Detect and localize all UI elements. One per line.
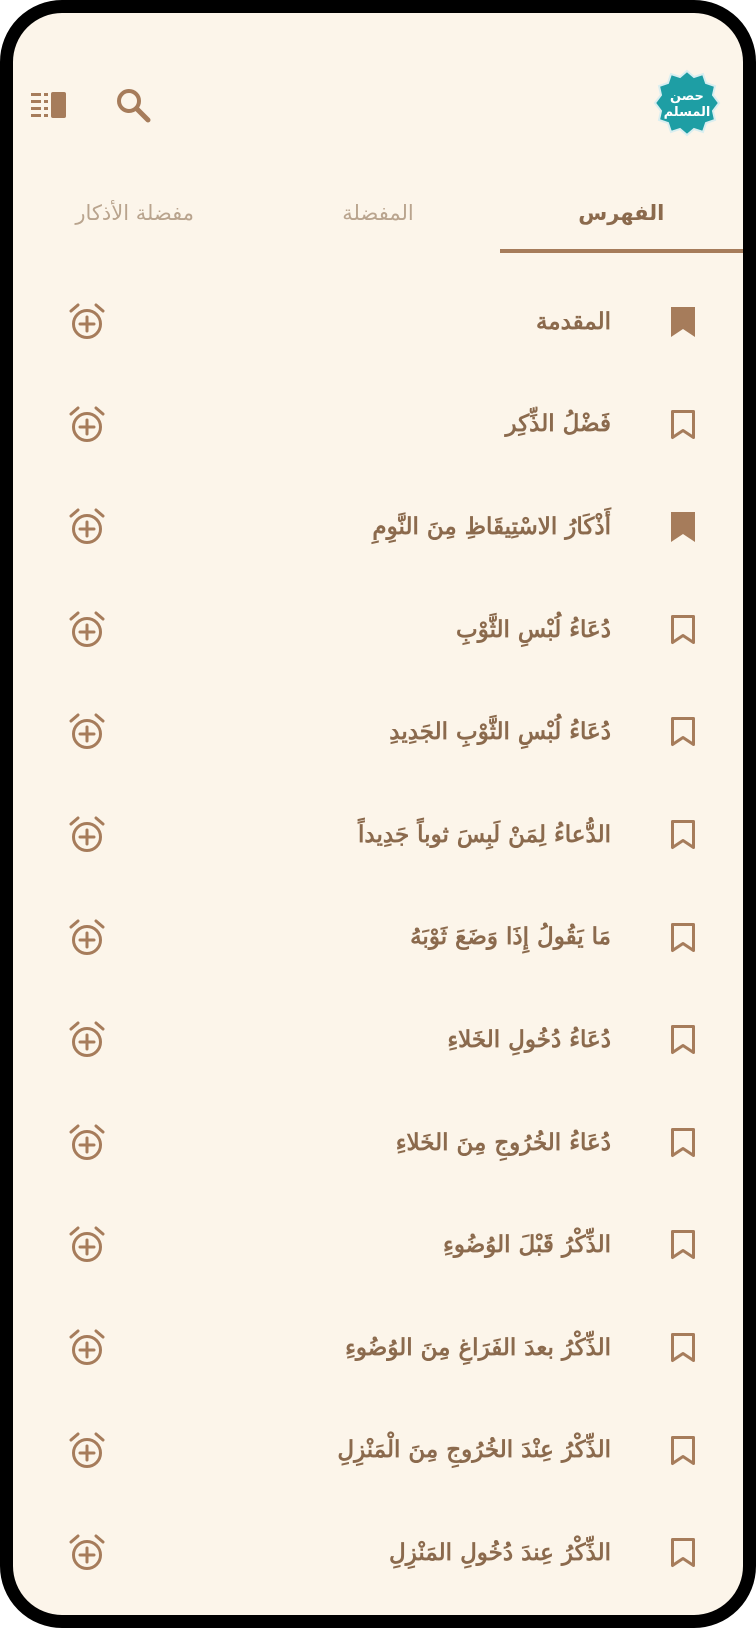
list-item[interactable]: الدُّعاءُ لِمَنْ لَبِسَ ثوباً جَدِيداً [13, 783, 743, 886]
add-alarm-icon[interactable] [65, 1326, 109, 1370]
add-alarm-icon[interactable] [65, 505, 109, 549]
add-alarm-icon[interactable] [65, 1121, 109, 1165]
app-logo: حصن المسلم [653, 69, 721, 137]
add-alarm-icon[interactable] [65, 608, 109, 652]
list-item-title[interactable]: الذِّكْرُ بعدَ الفَرَاغِ مِنَ الوُضُوءِ [345, 1296, 611, 1399]
add-alarm-icon[interactable] [65, 813, 109, 857]
bookmark-outline-icon[interactable] [665, 610, 701, 650]
list-item[interactable]: المقدمة [13, 270, 743, 373]
bookmark-outline-icon[interactable] [665, 815, 701, 855]
list-item[interactable]: دُعَاءُ دُخُولِ الخَلاءِ [13, 988, 743, 1091]
add-alarm-icon[interactable] [65, 300, 109, 344]
bookmark-outline-icon[interactable] [665, 1533, 701, 1573]
list-item-title[interactable]: فَضْلُ الذِّكِر [506, 373, 611, 476]
sidebar-list-icon[interactable] [29, 85, 69, 125]
bookmark-outline-icon[interactable] [665, 1328, 701, 1368]
list-item[interactable]: فَضْلُ الذِّكِر [13, 373, 743, 476]
bookmark-filled-icon[interactable] [665, 507, 701, 547]
app-bar: حصن المسلم [13, 13, 743, 163]
bookmark-outline-icon[interactable] [665, 1431, 701, 1471]
add-alarm-icon[interactable] [65, 1429, 109, 1473]
list-item[interactable]: دُعَاءُ الخُرُوجِ مِنَ الخَلاءِ [13, 1091, 743, 1194]
search-icon[interactable] [111, 83, 155, 127]
add-alarm-icon[interactable] [65, 1223, 109, 1267]
add-alarm-icon[interactable] [65, 403, 109, 447]
list-item-title[interactable]: دُعَاءُ دُخُولِ الخَلاءِ [447, 988, 611, 1091]
list-item-title[interactable]: أَذْكَارُ الاسْتِيقَاظِ مِنَ النَّوِمِ [372, 475, 611, 578]
list-item-title[interactable]: الذِّكْرُ عِندَ دُخُولِ المَنْزِلِ [389, 1501, 611, 1604]
tab-favorites[interactable]: المفضلة [256, 173, 499, 253]
add-alarm-icon[interactable] [65, 1531, 109, 1575]
list-item-title[interactable]: المقدمة [536, 270, 611, 373]
bookmark-filled-icon[interactable] [665, 302, 701, 342]
phone-frame: حصن المسلم الفهرس المفضلة مفضلة الأذكار … [0, 0, 756, 1628]
add-alarm-icon[interactable] [65, 1018, 109, 1062]
bookmark-outline-icon[interactable] [665, 405, 701, 445]
list-item-title[interactable]: الذِّكْرُ عِنْدَ الخُرُوجِ مِنَ الْمَنْز… [337, 1399, 611, 1502]
list-item[interactable]: الذِّكْرُ عِنْدَ الخُرُوجِ مِنَ الْمَنْز… [13, 1399, 743, 1502]
list-item-title[interactable]: دُعَاءُ لُبْسِ الثَّوْبِ [456, 578, 611, 681]
list-item-title[interactable]: دُعَاءُ لُبْسِ الثَّوْبِ الجَدِيدِ [389, 680, 611, 783]
bookmark-outline-icon[interactable] [665, 918, 701, 958]
logo-text-line1: حصن [670, 89, 704, 104]
list-item[interactable]: دُعَاءُ لُبْسِ الثَّوْبِ [13, 578, 743, 681]
add-alarm-icon[interactable] [65, 916, 109, 960]
tab-bar: الفهرس المفضلة مفضلة الأذكار [13, 173, 743, 253]
adhkar-list: المقدمة فَضْلُ الذِّكِر أَذْكَارُ الاسْت… [13, 270, 743, 1604]
list-item[interactable]: مَا يَقُولُ إِذَا وَضَعَ ثَوْبَهُ [13, 886, 743, 989]
list-item[interactable]: دُعَاءُ لُبْسِ الثَّوْبِ الجَدِيدِ [13, 680, 743, 783]
bookmark-outline-icon[interactable] [665, 1123, 701, 1163]
add-alarm-icon[interactable] [65, 710, 109, 754]
list-item[interactable]: الذِّكْرُ عِندَ دُخُولِ المَنْزِلِ [13, 1501, 743, 1604]
list-item[interactable]: الذِّكْرُ قَبْلَ الوُضُوءِ [13, 1193, 743, 1296]
list-item-title[interactable]: دُعَاءُ الخُرُوجِ مِنَ الخَلاءِ [396, 1091, 611, 1194]
tab-favorite-adhkar[interactable]: مفضلة الأذكار [13, 173, 256, 253]
bookmark-outline-icon[interactable] [665, 1225, 701, 1265]
bookmark-outline-icon[interactable] [665, 712, 701, 752]
list-item-title[interactable]: مَا يَقُولُ إِذَا وَضَعَ ثَوْبَهُ [410, 886, 611, 989]
list-item[interactable]: الذِّكْرُ بعدَ الفَرَاغِ مِنَ الوُضُوءِ [13, 1296, 743, 1399]
logo-text-line2: المسلم [664, 105, 711, 120]
bookmark-outline-icon[interactable] [665, 1020, 701, 1060]
list-item[interactable]: أَذْكَارُ الاسْتِيقَاظِ مِنَ النَّوِمِ [13, 475, 743, 578]
tab-index[interactable]: الفهرس [499, 173, 743, 253]
list-item-title[interactable]: الدُّعاءُ لِمَنْ لَبِسَ ثوباً جَدِيداً [358, 783, 611, 886]
list-item-title[interactable]: الذِّكْرُ قَبْلَ الوُضُوءِ [443, 1193, 611, 1296]
